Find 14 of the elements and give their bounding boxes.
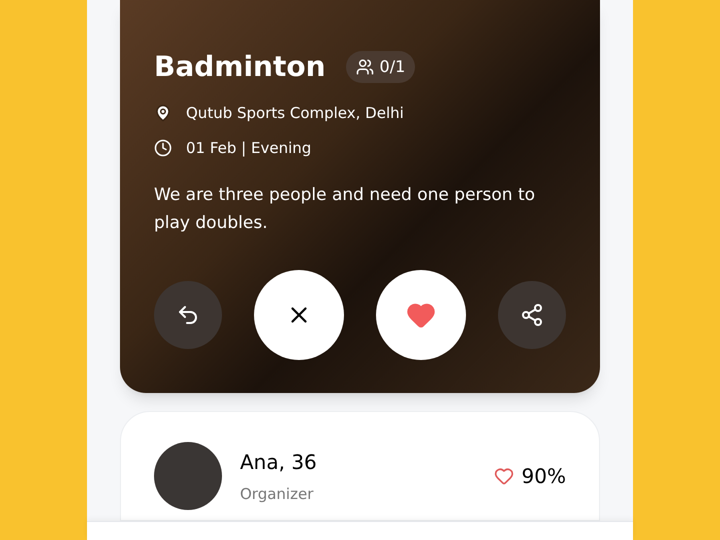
undo-icon (176, 303, 200, 327)
event-title: Badminton (154, 49, 326, 85)
event-description: We are three people and need one person to play doubles. (154, 184, 536, 235)
clock-icon (154, 138, 172, 157)
heart-icon (494, 466, 514, 486)
people-icon (356, 58, 374, 76)
location-pin-icon (154, 104, 172, 122)
share-icon (520, 303, 544, 327)
organizer-role: Organizer (240, 484, 314, 505)
event-location: Qutub Sports Complex, Delhi (186, 103, 404, 124)
event-time: 01 Feb | Evening (186, 138, 312, 158)
organizer-name: Ana, 36 (240, 448, 318, 476)
match-percent: 90% (522, 463, 566, 490)
spots-count: 0/1 (380, 56, 406, 78)
